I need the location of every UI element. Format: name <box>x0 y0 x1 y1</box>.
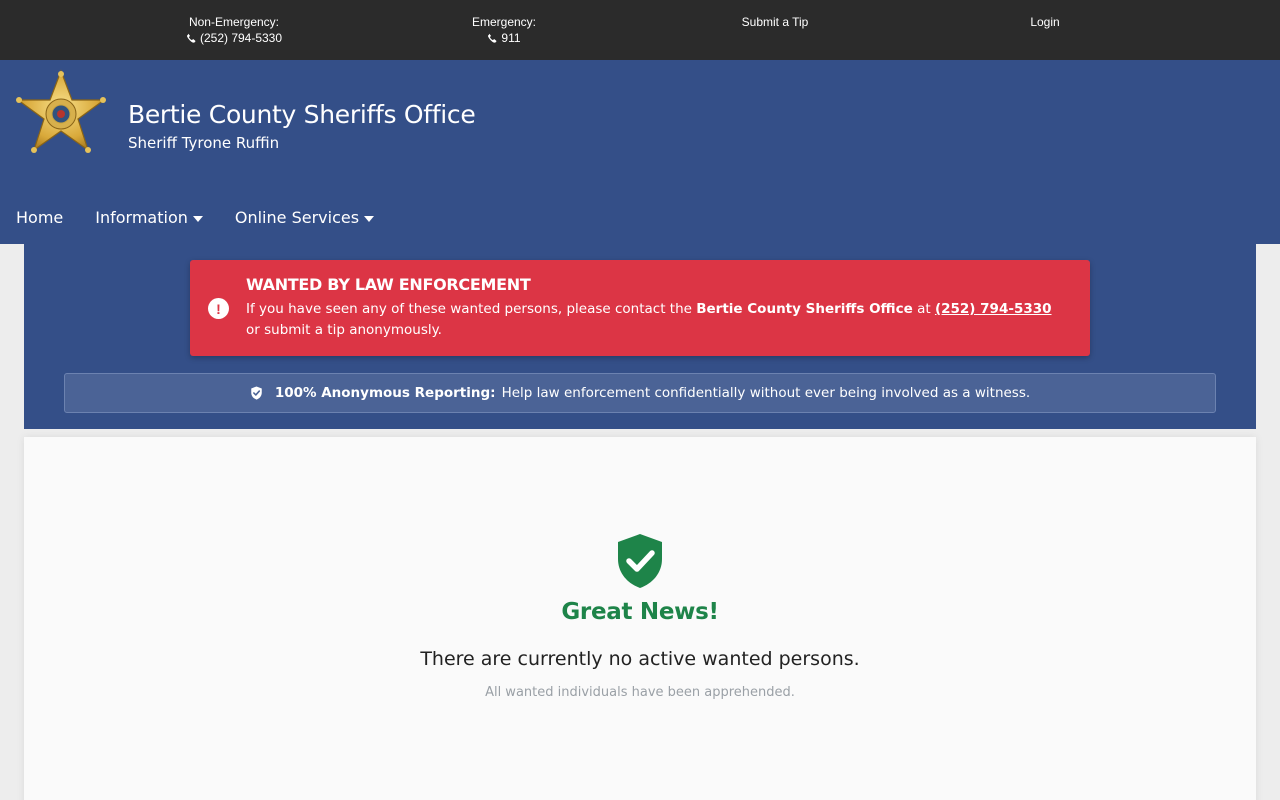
site-header: Bertie County Sheriffs Office Sheriff Ty… <box>0 60 1280 244</box>
submit-tip-item: Submit a Tip <box>665 14 885 30</box>
anonymous-reporting-banner: 100% Anonymous Reporting: Help law enfor… <box>64 373 1216 413</box>
nav-information[interactable]: Information <box>95 208 203 227</box>
status-submessage: All wanted individuals have been apprehe… <box>485 685 795 700</box>
top-contact-bar: Non-Emergency: (252) 794-5330 Emergency:… <box>0 0 1280 60</box>
emergency-label: Emergency: <box>471 15 537 29</box>
non-emergency-contact: Non-Emergency: (252) 794-5330 <box>124 14 344 47</box>
anonymous-reporting-title: 100% Anonymous Reporting: <box>274 385 496 401</box>
caret-down-icon <box>364 215 375 222</box>
alert-text-after: or submit a tip anonymously. <box>246 322 442 338</box>
anonymous-reporting-text: Help law enforcement confidentially with… <box>501 385 1031 401</box>
alert-title: WANTED BY LAW ENFORCEMENT <box>246 275 531 294</box>
alert-text-at: at <box>912 301 935 317</box>
alert-message: If you have seen any of these wanted per… <box>246 299 1066 341</box>
login-item: Login <box>935 14 1155 30</box>
emergency-phone-link[interactable]: 911 <box>487 30 521 46</box>
exclamation-circle-icon: ! <box>208 298 229 319</box>
phone-icon <box>186 33 196 43</box>
alert-office-name: Bertie County Sheriffs Office <box>696 301 913 317</box>
nav-online-services-label: Online Services <box>234 208 360 227</box>
emergency-phone-number: 911 <box>501 31 521 45</box>
login-link[interactable]: Login <box>1030 15 1059 29</box>
nav-information-label: Information <box>95 208 188 227</box>
non-emergency-label: Non-Emergency: <box>188 15 280 29</box>
sheriff-star-logo[interactable] <box>14 68 108 158</box>
nav-home[interactable]: Home <box>16 208 63 227</box>
site-subtitle: Sheriff Tyrone Ruffin <box>128 134 280 152</box>
non-emergency-phone-link[interactable]: (252) 794-5330 <box>186 30 282 46</box>
emergency-contact: Emergency: 911 <box>394 14 614 47</box>
shield-check-icon <box>618 534 662 588</box>
site-title: Bertie County Sheriffs Office <box>128 100 476 129</box>
shield-check-icon <box>251 386 262 400</box>
main-navigation: Home Information Online Services <box>16 208 406 227</box>
phone-icon <box>488 33 497 43</box>
caret-down-icon <box>192 215 203 222</box>
non-emergency-phone-number: (252) 794-5330 <box>199 31 283 45</box>
nav-online-services[interactable]: Online Services <box>234 208 375 227</box>
nav-home-label: Home <box>16 208 64 227</box>
wanted-alert: ! WANTED BY LAW ENFORCEMENT If you have … <box>190 260 1090 356</box>
status-message: There are currently no active wanted per… <box>420 648 860 670</box>
status-heading: Great News! <box>561 599 719 625</box>
alert-text-before: If you have seen any of these wanted per… <box>246 301 697 317</box>
wanted-list-content: Great News! There are currently no activ… <box>24 437 1256 800</box>
submit-tip-link[interactable]: Submit a Tip <box>742 15 809 29</box>
alert-phone-link[interactable]: (252) 794-5330 <box>935 301 1052 317</box>
